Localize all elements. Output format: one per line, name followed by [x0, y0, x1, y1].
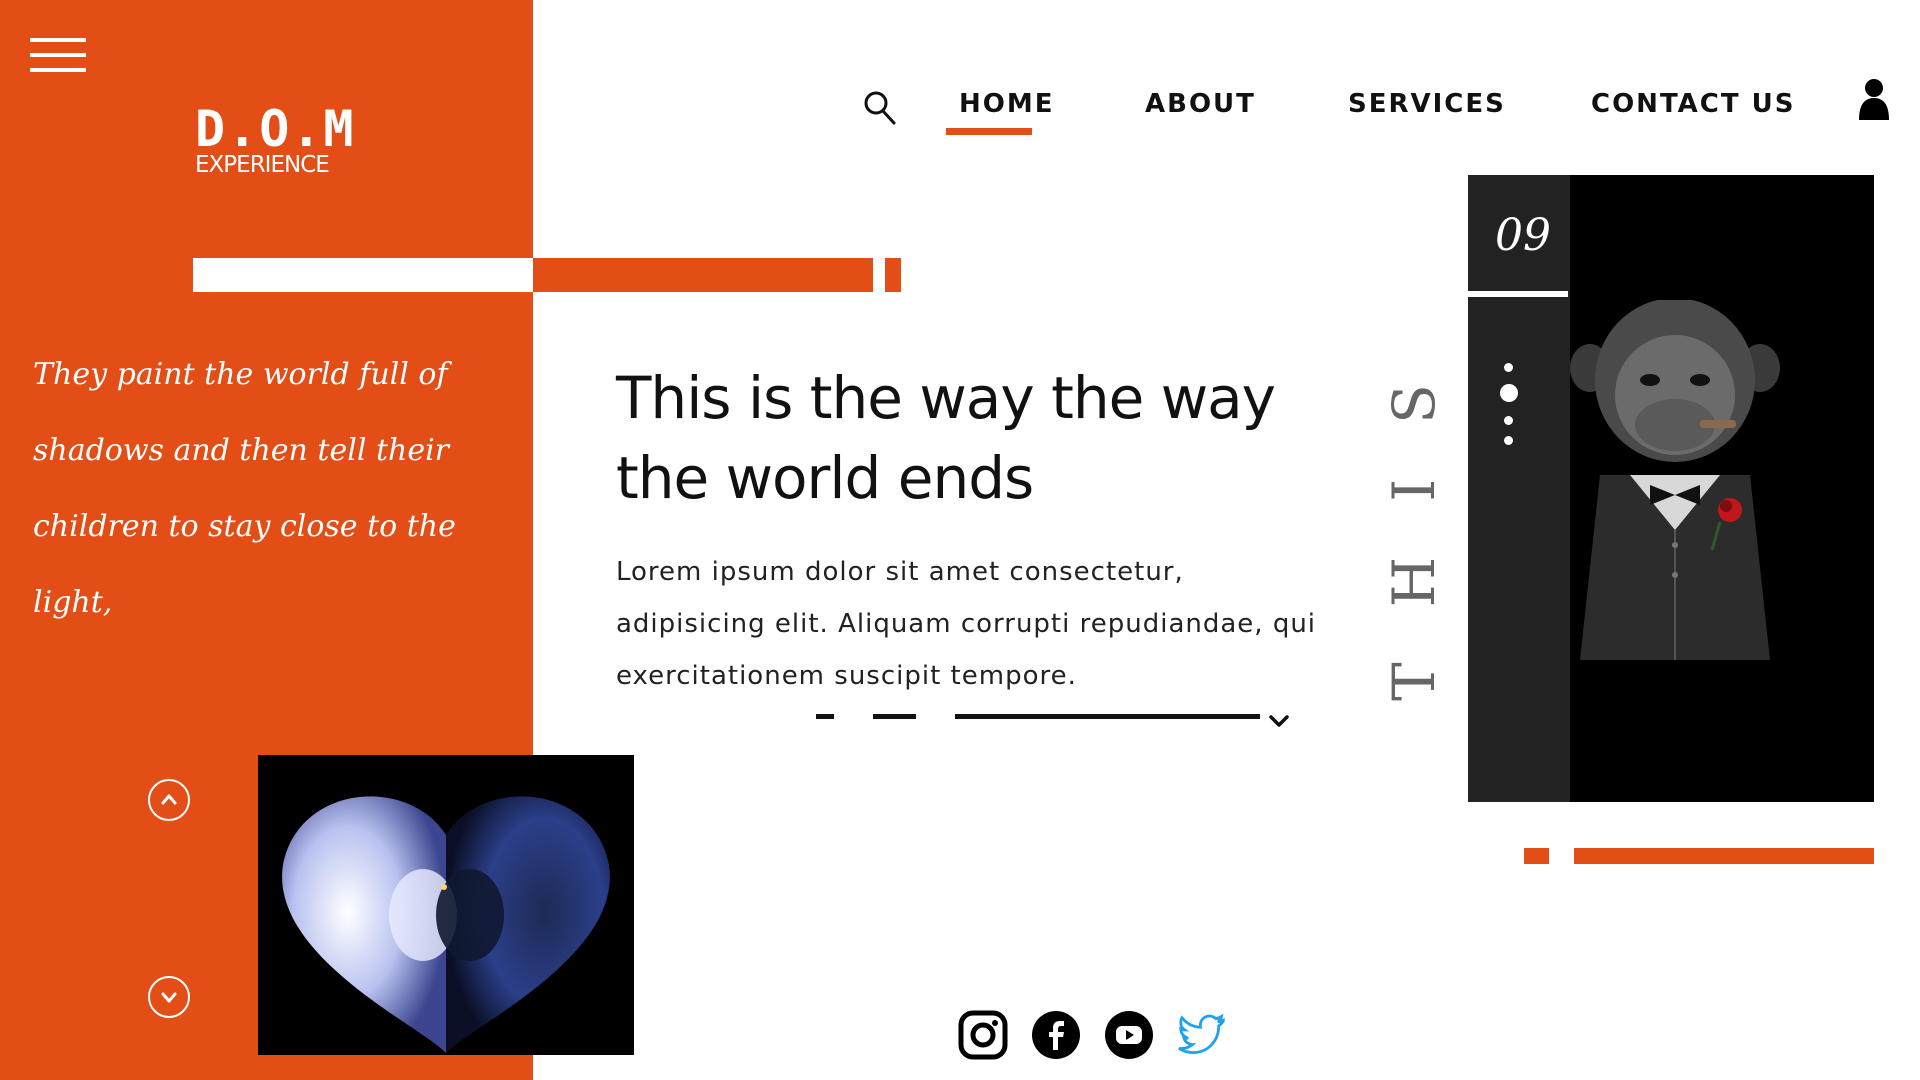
decor-bar-white: [193, 258, 533, 292]
menu-icon[interactable]: [30, 36, 88, 78]
decor-bar-orange: [533, 258, 873, 292]
nav-home[interactable]: HOME: [959, 89, 1055, 119]
decor-bar-orange-small: [885, 258, 901, 292]
chimp-in-tuxedo-image: [1570, 298, 1870, 660]
slide-dot[interactable]: [1504, 436, 1513, 445]
chevron-down-icon: [161, 992, 177, 1003]
scroll-up-button[interactable]: [148, 779, 190, 821]
slide-dot[interactable]: [1504, 363, 1513, 372]
twitter-icon[interactable]: [1177, 1010, 1227, 1060]
nav-services[interactable]: SERVICES: [1348, 89, 1506, 119]
hero-headline: This is the way the way the world ends: [616, 364, 1276, 512]
scroll-down-button[interactable]: [148, 976, 190, 1018]
card-number: 09: [1495, 210, 1551, 261]
hero-body-text: Lorem ipsum dolor sit amet consectetur, …: [616, 557, 1317, 691]
slide-dot-active[interactable]: [1500, 384, 1518, 402]
chevron-down-icon[interactable]: [1268, 713, 1290, 729]
nav-contact-us[interactable]: CONTACT US: [1591, 89, 1796, 119]
progress-line: [955, 714, 1260, 719]
nav-about[interactable]: ABOUT: [1145, 89, 1256, 119]
user-icon[interactable]: [1857, 78, 1891, 120]
chevron-up-icon: [161, 794, 177, 805]
decor-bar-orange: [1574, 848, 1874, 864]
quote-text: They paint the world full of shadows and…: [33, 357, 456, 620]
vertical-word: THIS: [1380, 329, 1448, 701]
progress-dash: [873, 714, 916, 719]
instagram-icon[interactable]: [958, 1010, 1008, 1060]
card-number-underline: [1468, 291, 1568, 297]
youtube-icon[interactable]: [1104, 1010, 1154, 1060]
logo[interactable]: D.O.M EXPERIENCE: [195, 102, 356, 178]
progress-dash: [816, 714, 834, 719]
lion-yin-yang-image: [258, 755, 634, 1055]
card-sidebar: [1468, 175, 1570, 802]
logo-main-text: D.O.M: [195, 100, 356, 158]
decor-bar-orange-small: [1524, 848, 1549, 864]
nav-active-indicator: [946, 128, 1032, 135]
slide-dot[interactable]: [1504, 416, 1513, 425]
facebook-icon[interactable]: [1031, 1010, 1081, 1060]
search-icon[interactable]: [862, 88, 898, 128]
